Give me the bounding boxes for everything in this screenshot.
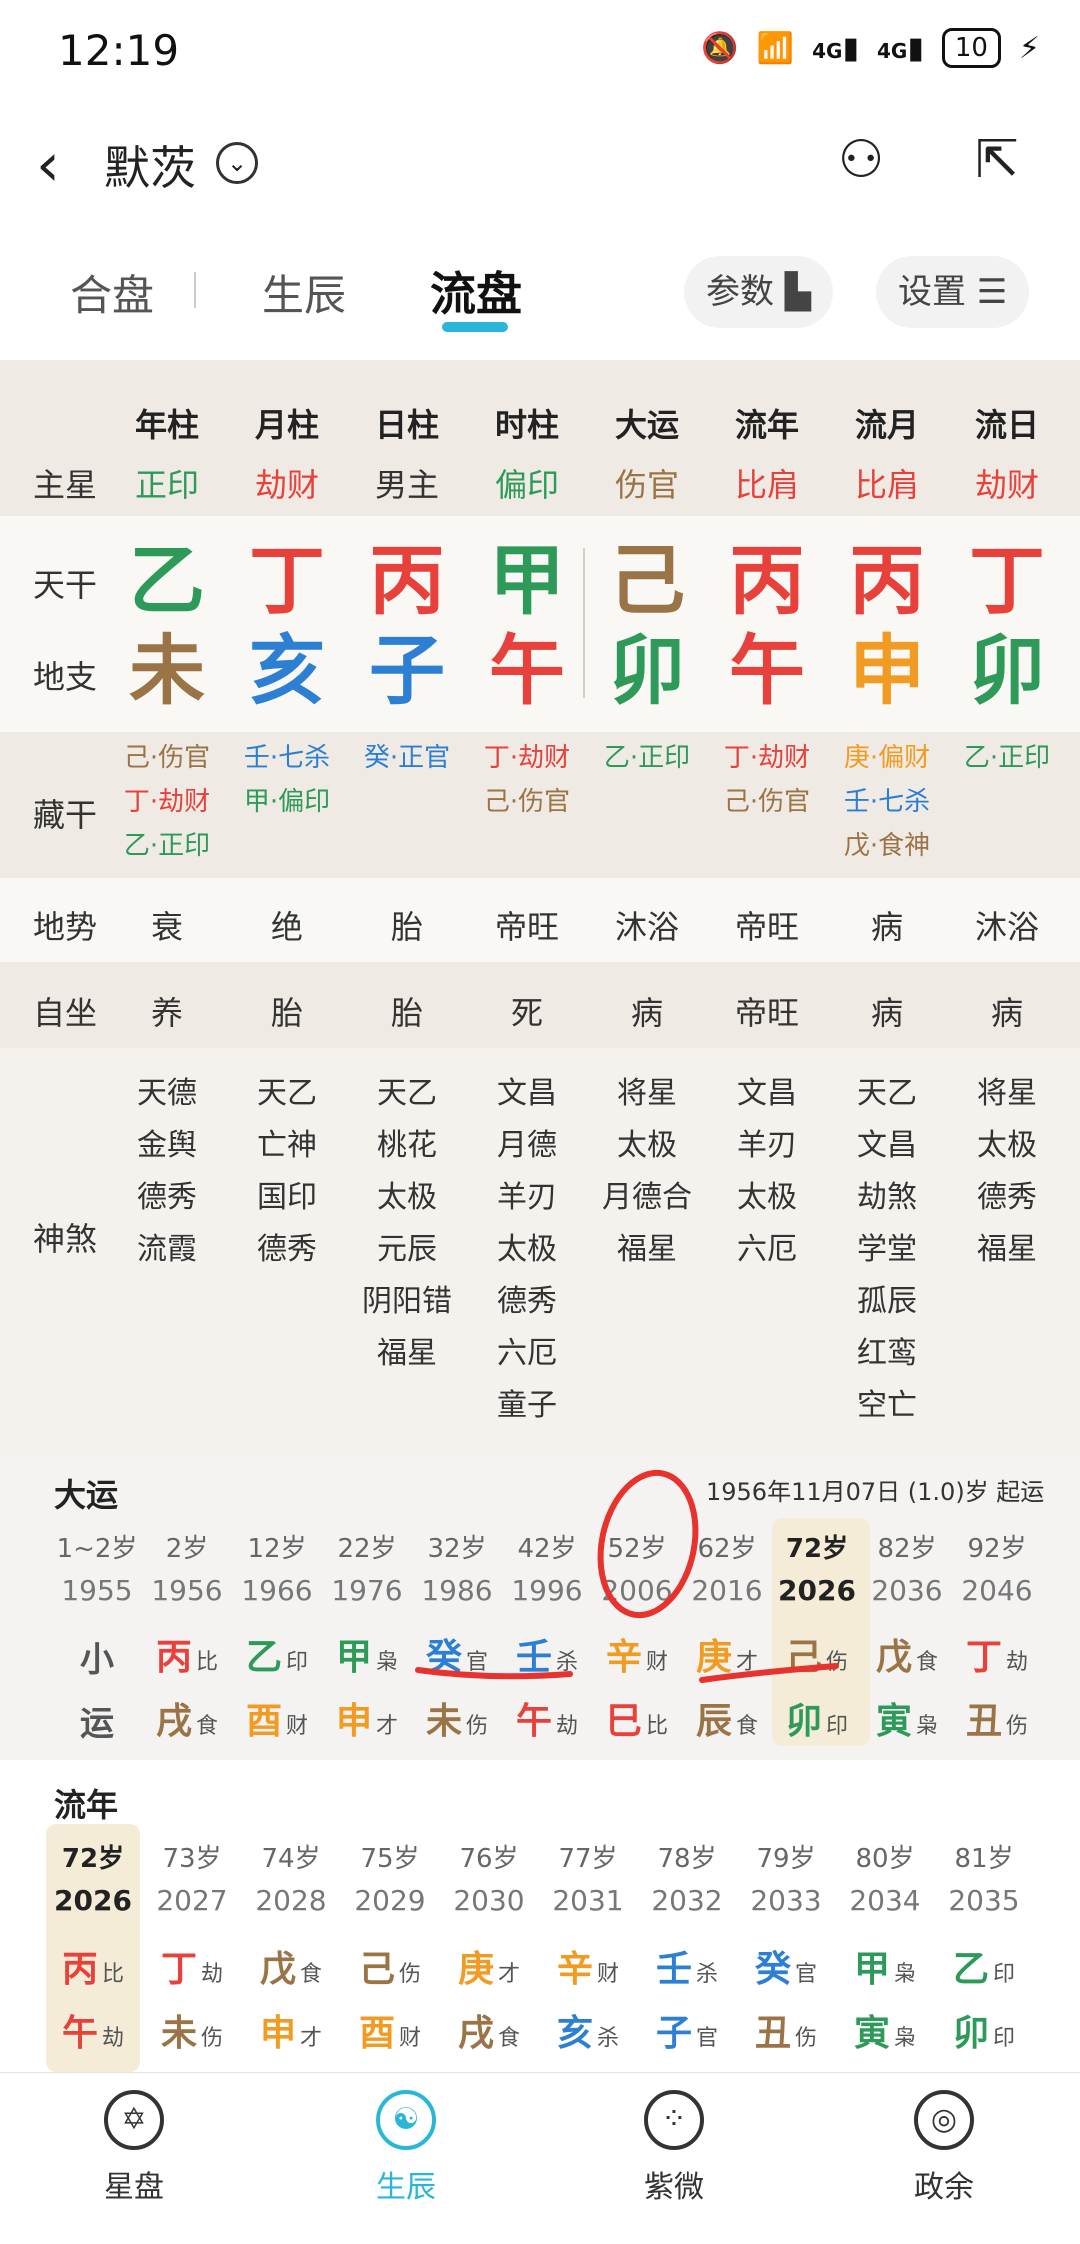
yin-yang-icon: ☯ [376, 2090, 436, 2150]
constellation-icon: ⁘ [644, 2090, 704, 2150]
red-underline-right [699, 1663, 839, 1683]
nav-label: 紫微 [644, 2170, 704, 2205]
red-circle-mark [597, 1469, 699, 1619]
nav-ziwei[interactable]: ⁘ 紫微 [594, 2090, 754, 2206]
target-icon: ◎ [914, 2090, 974, 2150]
star-of-david-icon: ✡ [104, 2090, 164, 2150]
nav-zhengyu[interactable]: ◎ 政余 [864, 2090, 1024, 2206]
nav-label: 政余 [914, 2170, 974, 2205]
red-annotation-marks [415, 1469, 839, 1683]
nav-label: 星盘 [104, 2170, 164, 2205]
nav-xingpan[interactable]: ✡ 星盘 [54, 2090, 214, 2206]
nav-shengchen[interactable]: ☯ 生辰 [326, 2090, 486, 2206]
nav-label: 生辰 [376, 2170, 436, 2205]
red-underline-left [415, 1667, 573, 1680]
